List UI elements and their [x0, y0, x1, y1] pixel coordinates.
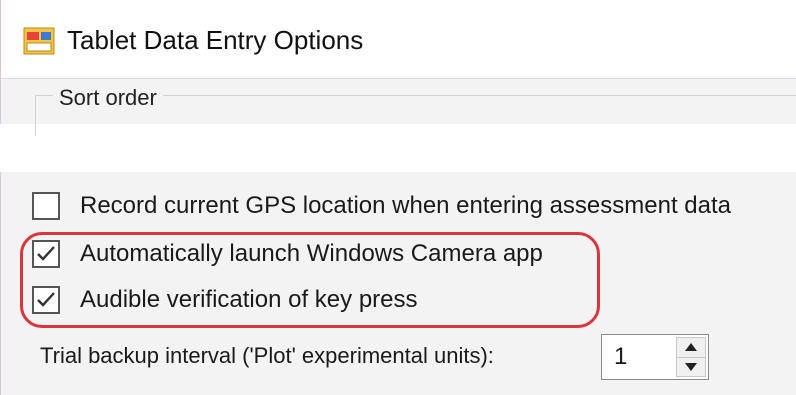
- gps-checkbox[interactable]: [32, 192, 60, 220]
- window-title: Tablet Data Entry Options: [67, 25, 364, 55]
- spinner-buttons: [676, 337, 706, 377]
- title-bar: Tablet Data Entry Options: [1, 0, 796, 79]
- sort-order-legend: Sort order: [53, 85, 163, 111]
- backup-interval-value[interactable]: 1: [614, 343, 627, 371]
- backup-interval-spinner[interactable]: 1: [601, 334, 709, 380]
- options-window-top: Tablet Data Entry Options Sort order: [0, 0, 796, 136]
- highlight-annotation: [20, 232, 600, 328]
- backup-interval-label: Trial backup interval ('Plot' experiment…: [40, 343, 494, 368]
- arrow-down-icon: [685, 363, 697, 371]
- sort-order-area: Sort order: [1, 79, 796, 136]
- app-form-icon: [23, 27, 55, 55]
- gps-option-label[interactable]: Record current GPS location when enterin…: [80, 191, 731, 221]
- arrow-up-icon: [685, 343, 697, 351]
- spinner-up-button[interactable]: [677, 338, 705, 358]
- spinner-down-button[interactable]: [677, 357, 705, 376]
